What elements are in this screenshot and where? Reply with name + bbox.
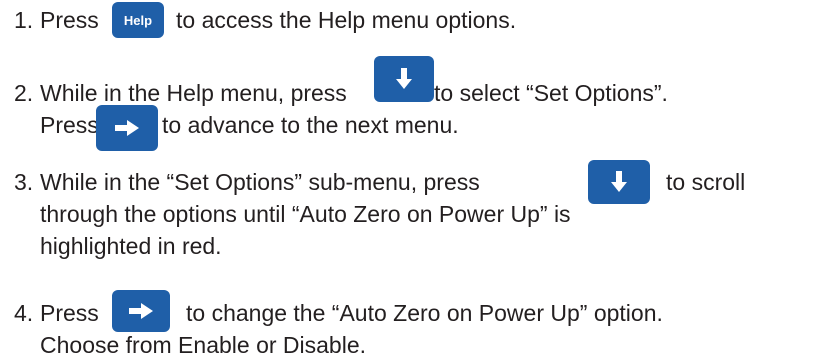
step-3-number: 3.	[14, 169, 34, 195]
down-arrow-key	[588, 160, 650, 204]
step-3-line3: highlighted in red.	[40, 233, 222, 259]
step-4-line2: Choose from Enable or Disable.	[40, 332, 366, 358]
right-arrow-icon	[115, 120, 139, 136]
step-2-number: 2.	[14, 80, 34, 106]
step-1-number: 1.	[14, 7, 34, 33]
help-key-label: Help	[123, 12, 153, 28]
right-arrow-key	[96, 105, 158, 151]
step-1-text-after-key: to access the Help menu options.	[176, 7, 517, 33]
down-arrow-icon	[611, 171, 627, 192]
right-arrow-icon	[129, 303, 153, 319]
step-4-line1-before-key: Press	[40, 300, 99, 326]
help-key-button: Help	[112, 2, 164, 38]
step-2-line2-after-key: to advance to the next menu.	[162, 112, 459, 138]
step-2-line2-before-key: Press	[40, 112, 99, 138]
step-3-line2: through the options until “Auto Zero on …	[40, 201, 571, 227]
step-4-line1-after-key: to change the “Auto Zero on Power Up” op…	[186, 300, 663, 326]
step-3-line1-before-key: While in the “Set Options” sub-menu, pre…	[40, 169, 480, 195]
step-4-number: 4.	[14, 300, 34, 326]
down-arrow-icon	[396, 68, 412, 89]
right-arrow-key	[112, 290, 170, 332]
down-arrow-key	[374, 56, 434, 102]
step-2-line1-after-key: to select “Set Options”.	[434, 80, 668, 106]
step-2-line1-before-key: While in the Help menu, press	[40, 80, 347, 106]
step-3-line1-after-key: to scroll	[666, 169, 746, 195]
step-1-text-before-key: Press	[40, 7, 99, 33]
